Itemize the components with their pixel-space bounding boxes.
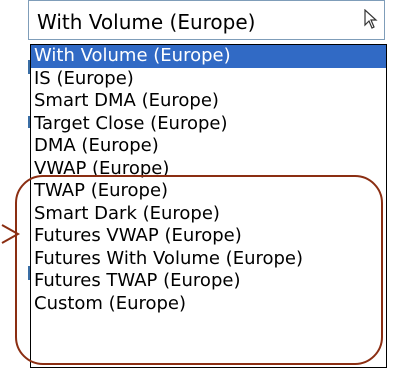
algorithm-dropdown-list[interactable]: With Volume (Europe) IS (Europe) Smart D… [30, 44, 387, 368]
dropdown-option[interactable]: Custom (Europe) [31, 293, 386, 316]
dropdown-option[interactable]: IS (Europe) [31, 68, 386, 91]
cursor-icon [362, 8, 380, 31]
algorithm-combobox[interactable]: With Volume (Europe) [28, 0, 385, 40]
background-window-edge [0, 0, 31, 368]
dropdown-option[interactable]: Futures With Volume (Europe) [31, 248, 386, 271]
dropdown-option[interactable]: Futures VWAP (Europe) [31, 225, 386, 248]
dropdown-option[interactable]: VWAP (Europe) [31, 158, 386, 181]
combobox-selected-value: With Volume (Europe) [37, 10, 256, 34]
dropdown-option[interactable]: Smart Dark (Europe) [31, 203, 386, 226]
dropdown-option[interactable]: DMA (Europe) [31, 135, 386, 158]
dropdown-option[interactable]: TWAP (Europe) [31, 180, 386, 203]
dropdown-option[interactable]: With Volume (Europe) [31, 45, 386, 68]
dropdown-option[interactable]: Target Close (Europe) [31, 113, 386, 136]
dropdown-option[interactable]: Smart DMA (Europe) [31, 90, 386, 113]
dropdown-option[interactable]: Futures TWAP (Europe) [31, 270, 386, 293]
